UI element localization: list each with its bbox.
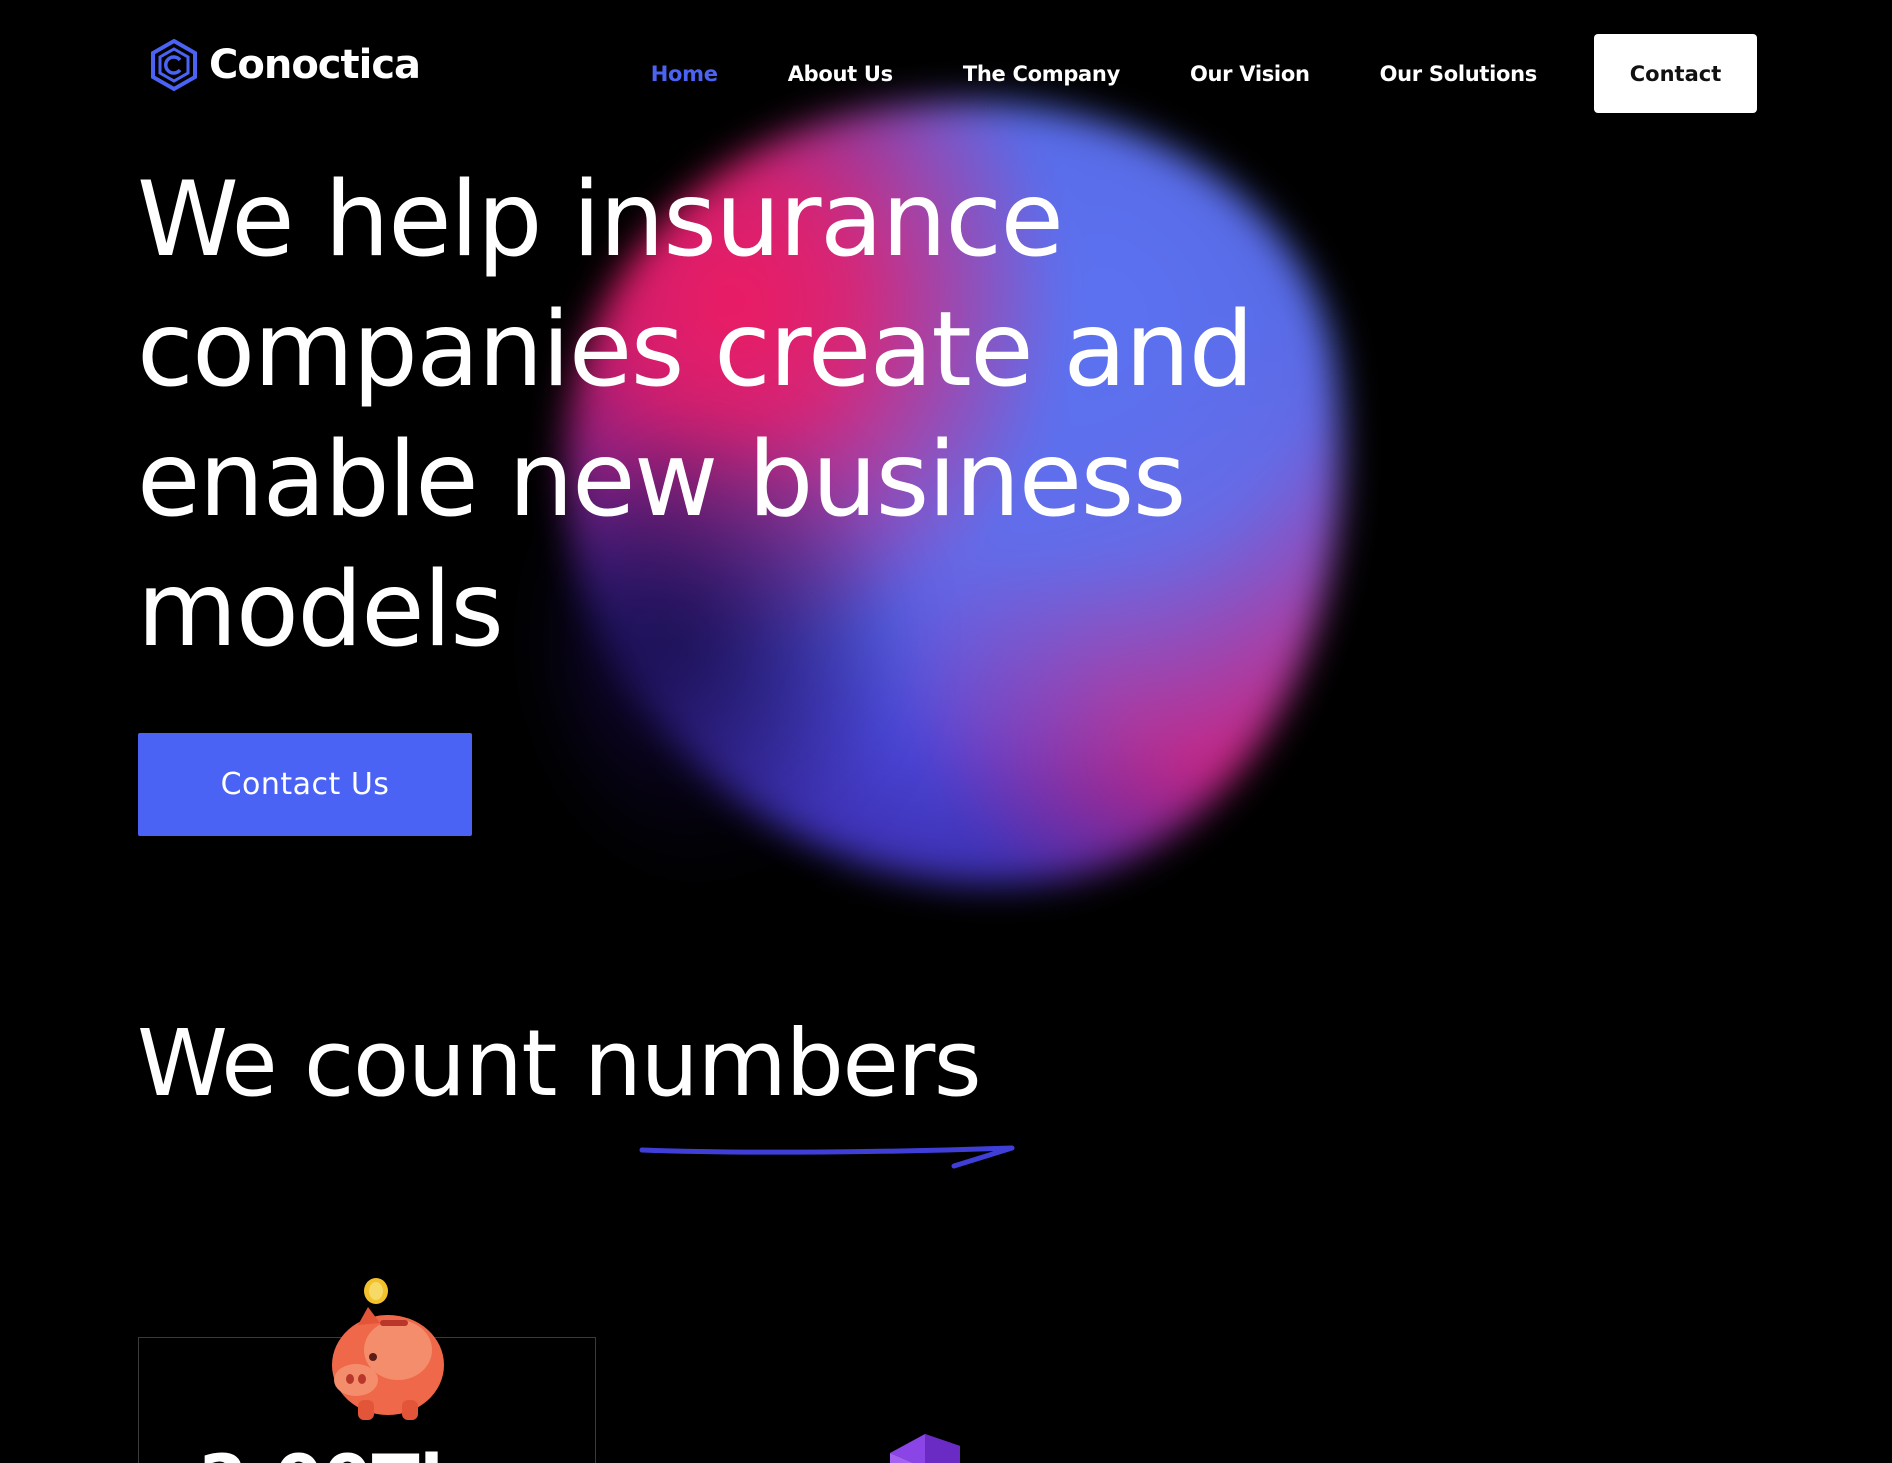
brush-underline-decoration — [638, 1138, 1016, 1176]
hero-title-line: We help insurance — [137, 160, 1064, 280]
main-nav: Home About Us The Company Our Vision Our… — [581, 34, 1757, 113]
purple-cube-icon — [880, 1428, 1000, 1463]
nav-item-about-us[interactable]: About Us — [788, 62, 893, 86]
nav-contact-button[interactable]: Contact — [1594, 34, 1757, 113]
piggy-bank-icon — [318, 1275, 448, 1429]
brand-name: Conoctica — [209, 42, 421, 88]
hexagon-c-logo-icon — [147, 38, 201, 92]
nav-item-our-vision[interactable]: Our Vision — [1190, 62, 1310, 86]
nav-item-the-company[interactable]: The Company — [963, 62, 1120, 86]
hero-title: We help insurance companies create and e… — [137, 155, 1337, 675]
stat-value: 2,00Th — [199, 1440, 469, 1463]
nav-item-home[interactable]: Home — [651, 62, 718, 86]
contact-us-button[interactable]: Contact Us — [138, 733, 472, 836]
hero-title-line: models — [137, 550, 504, 670]
page: Conoctica Home About Us The Company Our … — [0, 0, 1892, 1463]
hero-title-line: enable new business — [137, 420, 1186, 540]
numbers-section-title: We count numbers — [137, 1010, 982, 1117]
brand-logo[interactable]: Conoctica — [147, 38, 421, 92]
hero-title-line: companies create and — [137, 290, 1254, 410]
nav-item-our-solutions[interactable]: Our Solutions — [1380, 62, 1538, 86]
